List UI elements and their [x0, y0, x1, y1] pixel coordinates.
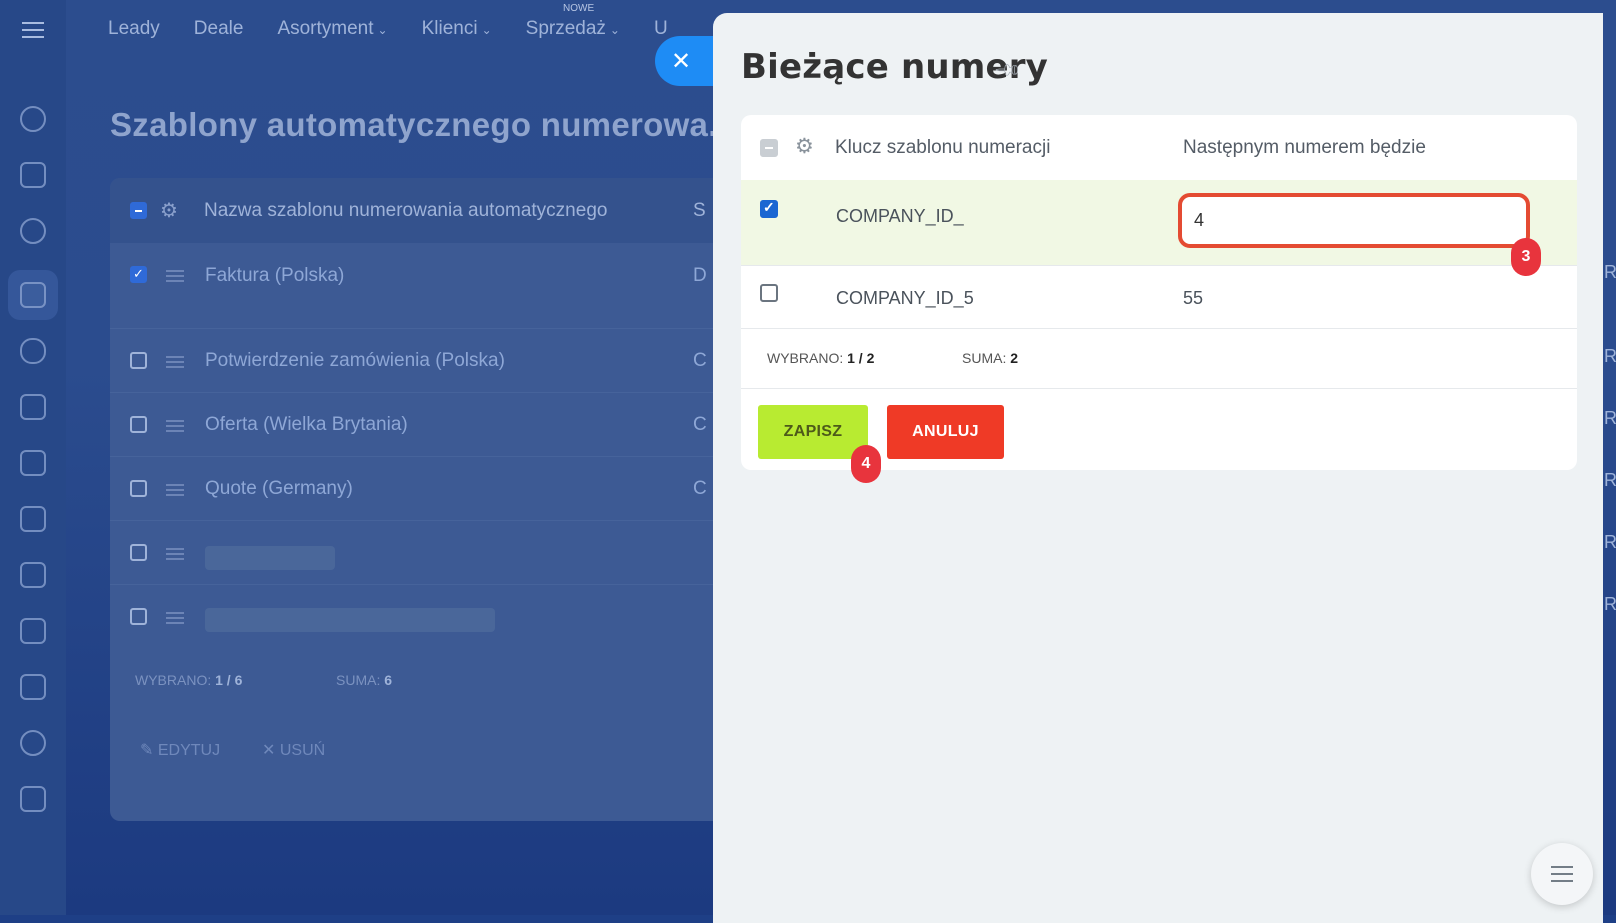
- funnel-icon[interactable]: [20, 282, 46, 308]
- row-checkbox[interactable]: [130, 544, 147, 561]
- drag-handle-icon[interactable]: [166, 612, 184, 624]
- next-number-value: 55: [1183, 288, 1204, 308]
- row-side-text: D: [693, 265, 707, 286]
- row-side-text: C: [693, 350, 707, 371]
- templates-grid: ⚙ Nazwa szablonu numerowania automatyczn…: [110, 178, 750, 821]
- flow-icon[interactable]: [20, 106, 46, 132]
- template-key: COMPANY_ID_5: [836, 288, 974, 308]
- drag-handle-icon[interactable]: [166, 548, 184, 560]
- nav-assortment[interactable]: Asortyment ⌄: [277, 18, 387, 40]
- row-checkbox[interactable]: [130, 416, 147, 433]
- next-number-input[interactable]: 4: [1178, 193, 1530, 248]
- new-badge: NOWE: [563, 3, 595, 14]
- grid-header: ⚙ Klucz szablonu numeracji Następnym num…: [741, 115, 1577, 181]
- row-side-text: C: [693, 478, 707, 499]
- calendar-icon[interactable]: [20, 562, 46, 588]
- nav-leads[interactable]: Leady: [108, 18, 160, 40]
- chevron-down-icon: ⌄: [481, 23, 492, 37]
- target-icon[interactable]: [20, 218, 46, 244]
- save-button[interactable]: ZAPISZ: [758, 405, 868, 459]
- chart-icon[interactable]: [20, 618, 46, 644]
- box-icon[interactable]: [20, 786, 46, 812]
- contact-card-icon[interactable]: [20, 162, 46, 188]
- left-sidebar: [0, 0, 66, 915]
- current-numbers-panel: Bieżące numery 📌︎ ⚙ Klucz szablonu numer…: [713, 13, 1603, 923]
- numbers-grid: ⚙ Klucz szablonu numeracji Następnym num…: [741, 115, 1577, 483]
- chat-menu-button[interactable]: [1531, 843, 1593, 905]
- clipped-column-text: R: [1604, 594, 1616, 614]
- template-key: COMPANY_ID_: [836, 206, 964, 226]
- row-checkbox[interactable]: [130, 266, 147, 283]
- blurred-row-name: [205, 546, 335, 570]
- pen-icon[interactable]: [20, 394, 46, 420]
- row-name-link[interactable]: Faktura (Polska): [205, 265, 344, 287]
- column-header-key: Klucz szablonu numeracji: [835, 137, 1051, 158]
- row-checkbox[interactable]: [130, 608, 147, 625]
- row-side-text: C: [693, 414, 707, 435]
- gear-icon[interactable]: ⚙: [795, 134, 814, 159]
- nav-clipped[interactable]: U: [654, 18, 668, 40]
- drag-handle-icon[interactable]: [166, 420, 184, 432]
- clipped-column-text: R: [1604, 408, 1616, 428]
- row-checkbox[interactable]: [130, 480, 147, 497]
- cancel-button[interactable]: ANULUJ: [887, 405, 1004, 459]
- row-checkbox[interactable]: [760, 284, 778, 302]
- chevron-down-icon: ⌄: [609, 23, 620, 37]
- selected-count: WYBRANO: 1 / 2: [767, 350, 875, 366]
- menu-icon[interactable]: [22, 22, 44, 38]
- column-header-next: Następnym numerem będzie: [1183, 137, 1426, 158]
- clipped-column-text: R: [1604, 346, 1616, 366]
- delete-button[interactable]: ✕ USUŃ: [262, 740, 325, 760]
- table-row[interactable]: COMPANY_ID_5 55: [741, 265, 1577, 329]
- edit-button[interactable]: ✎ EDYTUJ: [140, 740, 220, 760]
- row-divider: [110, 584, 750, 585]
- total-count: SUMA: 6: [336, 672, 393, 688]
- drag-handle-icon[interactable]: [166, 356, 184, 368]
- list-icon-line: [1551, 880, 1573, 882]
- gear-icon[interactable]: ⚙: [160, 198, 178, 223]
- row-divider: [110, 520, 750, 521]
- row-checkbox[interactable]: [760, 199, 778, 218]
- nav-deals[interactable]: Deale: [194, 18, 244, 40]
- pencil-icon: ✎: [140, 742, 154, 759]
- row-divider: [110, 328, 750, 329]
- select-all-checkbox[interactable]: [130, 202, 147, 219]
- drag-handle-icon[interactable]: [166, 270, 184, 282]
- cart-icon[interactable]: [20, 450, 46, 476]
- nav-clients[interactable]: Klienci ⌄: [422, 18, 492, 40]
- hexagon-icon[interactable]: [20, 730, 46, 756]
- document-icon[interactable]: [20, 674, 46, 700]
- list-icon: [1551, 866, 1573, 868]
- row-name-link[interactable]: Potwierdzenie zamówienia (Polska): [205, 350, 505, 372]
- total-count: SUMA: 2: [962, 350, 1019, 366]
- close-slider-button[interactable]: ✕: [655, 36, 717, 86]
- list-icon-line: [1551, 873, 1573, 875]
- nav-sales[interactable]: Sprzedaż ⌄: [526, 18, 620, 40]
- selected-count: WYBRANO: 1 / 6: [135, 672, 243, 688]
- clipped-column-text: R: [1604, 470, 1616, 490]
- column-header-clipped: S: [693, 200, 706, 221]
- column-header-name: Nazwa szablonu numerowania automatyczneg…: [204, 200, 608, 221]
- clipped-column-text: R: [1604, 532, 1616, 552]
- robot-icon[interactable]: [20, 338, 46, 364]
- close-icon: ✕: [262, 742, 276, 759]
- row-divider: [110, 392, 750, 393]
- row-checkbox[interactable]: [130, 352, 147, 369]
- close-icon: ✕: [670, 47, 692, 75]
- row-name-link[interactable]: Quote (Germany): [205, 478, 353, 500]
- top-navigation: NOWE Leady Deale Asortyment ⌄ Klienci ⌄ Sp…: [108, 3, 668, 40]
- chevron-down-icon: ⌄: [377, 23, 388, 37]
- row-name-link[interactable]: Oferta (Wielka Brytania): [205, 414, 408, 436]
- row-divider: [110, 456, 750, 457]
- blurred-row-name: [205, 608, 495, 632]
- clipped-column-text: R: [1604, 262, 1616, 282]
- page-title: Szablony automatycznego numerowa...: [110, 106, 737, 143]
- warehouse-icon[interactable]: [20, 506, 46, 532]
- select-all-checkbox[interactable]: [760, 139, 778, 157]
- drag-handle-icon[interactable]: [166, 484, 184, 496]
- step-marker: 4: [851, 445, 881, 483]
